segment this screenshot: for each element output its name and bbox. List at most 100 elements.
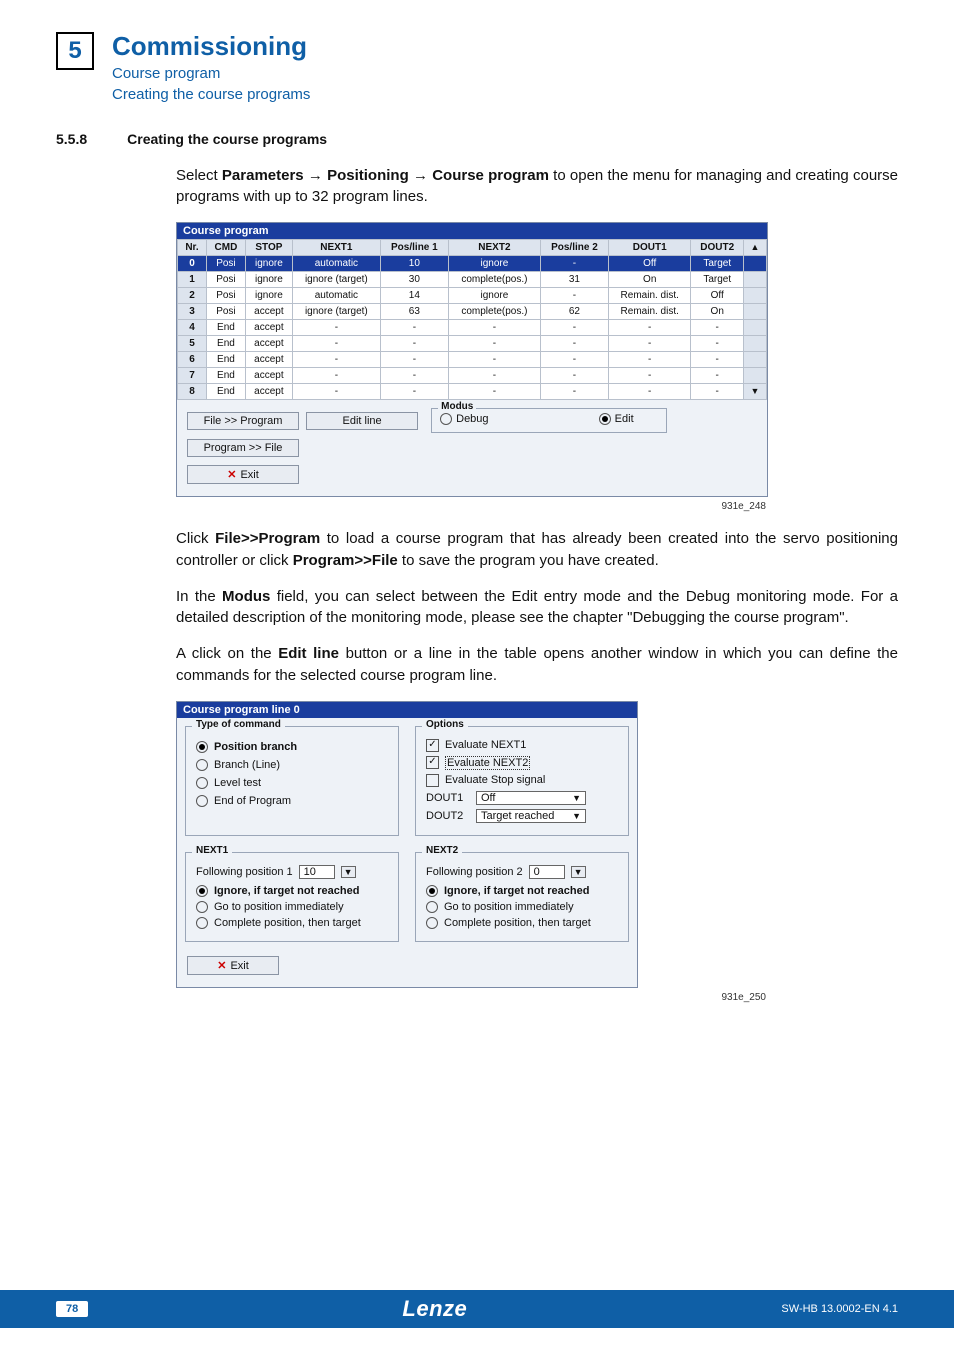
scrollbar-track[interactable]: [744, 352, 767, 368]
table-cell: ignore (target): [292, 304, 380, 320]
file-to-program-button[interactable]: File >> Program: [187, 412, 299, 430]
evaluate-next1-checkbox[interactable]: ✓ Evaluate NEXT1: [426, 739, 618, 752]
table-row[interactable]: 0Posiignoreautomatic10ignore-OffTarget: [178, 256, 767, 272]
table-cell: accept: [245, 320, 292, 336]
table-cell: -: [540, 368, 608, 384]
col-cmd: CMD: [207, 240, 246, 256]
scrollbar-track[interactable]: [744, 288, 767, 304]
table-row[interactable]: 6Endaccept------: [178, 352, 767, 368]
next2-radio[interactable]: Ignore, if target not reached: [426, 885, 618, 897]
table-cell: 6: [178, 352, 207, 368]
table-cell: -: [448, 320, 540, 336]
page-footer: 78 Lenze SW-HB 13.0002-EN 4.1: [0, 1290, 954, 1328]
figure-caption-1: 931e_248: [176, 501, 766, 512]
text: Click: [176, 530, 215, 547]
table-cell: ignore: [448, 288, 540, 304]
scrollbar-track[interactable]: [744, 256, 767, 272]
scrollbar-track[interactable]: [744, 368, 767, 384]
table-cell: accept: [245, 336, 292, 352]
paragraph-edit-line: A click on the Edit line button or a lin…: [176, 643, 898, 687]
table-row[interactable]: 3Posiacceptignore (target)63complete(pos…: [178, 304, 767, 320]
scrollbar-track[interactable]: [744, 272, 767, 288]
options-group: Options ✓ Evaluate NEXT1 ✓ Evaluate NEXT…: [415, 726, 629, 836]
scrollbar-track[interactable]: [744, 304, 767, 320]
dout1-select[interactable]: Off ▼: [476, 791, 586, 805]
radio-label: Branch (Line): [214, 759, 280, 771]
next1-radio[interactable]: Ignore, if target not reached: [196, 885, 388, 897]
paragraph-intro: Select Parameters → Positioning → Course…: [176, 165, 898, 209]
line-exit-label: Exit: [230, 960, 248, 972]
scroll-down-icon[interactable]: ▼: [744, 384, 767, 400]
options-legend: Options: [422, 719, 468, 730]
table-cell: -: [691, 368, 744, 384]
table-cell: accept: [245, 368, 292, 384]
table-row[interactable]: 2Posiignoreautomatic14ignore-Remain. dis…: [178, 288, 767, 304]
evaluate-next2-checkbox[interactable]: ✓ Evaluate NEXT2: [426, 756, 618, 770]
scroll-up-icon[interactable]: ▲: [744, 240, 767, 256]
radio-icon: [196, 795, 208, 807]
edit-line-button[interactable]: Edit line: [306, 412, 418, 430]
type-of-command-radio[interactable]: End of Program: [196, 795, 388, 807]
section-title: Creating the course programs: [127, 131, 327, 147]
dout2-select[interactable]: Target reached ▼: [476, 809, 586, 823]
following-position-2-input[interactable]: 0: [529, 865, 565, 879]
table-cell: -: [448, 336, 540, 352]
modus-debug-radio[interactable]: Debug: [440, 413, 488, 425]
radio-label: Go to position immediately: [214, 901, 344, 913]
table-cell: 4: [178, 320, 207, 336]
course-program-window: Course program Nr. CMD STOP NEXT1 Pos/li…: [176, 222, 768, 497]
following-position-1-input[interactable]: 10: [299, 865, 335, 879]
table-cell: -: [691, 384, 744, 400]
table-row[interactable]: 4Endaccept------: [178, 320, 767, 336]
table-cell: accept: [245, 352, 292, 368]
text-bold: Parameters → Positioning → Course progra…: [222, 167, 549, 184]
type-of-command-radio[interactable]: Branch (Line): [196, 759, 388, 771]
chevron-down-icon[interactable]: ▼: [571, 866, 586, 878]
table-row[interactable]: 1Posiignoreignore (target)30complete(pos…: [178, 272, 767, 288]
table-row[interactable]: 5Endaccept------: [178, 336, 767, 352]
table-cell: Off: [609, 256, 691, 272]
radio-icon: [426, 901, 438, 913]
next1-radio[interactable]: Go to position immediately: [196, 901, 388, 913]
table-cell: complete(pos.): [448, 272, 540, 288]
table-cell: Posi: [207, 288, 246, 304]
table-row[interactable]: 8Endaccept------▼: [178, 384, 767, 400]
text: In the: [176, 588, 222, 605]
radio-label: Position branch: [214, 741, 297, 753]
modus-legend: Modus: [438, 401, 476, 412]
dout1-value: Off: [481, 792, 495, 804]
page-title: Commissioning: [112, 32, 310, 61]
table-cell: -: [380, 368, 448, 384]
type-of-command-radio[interactable]: Position branch: [196, 741, 388, 753]
table-cell: End: [207, 384, 246, 400]
scrollbar-track[interactable]: [744, 320, 767, 336]
chevron-down-icon[interactable]: ▼: [341, 866, 356, 878]
program-to-file-button[interactable]: Program >> File: [187, 439, 299, 457]
line-exit-button[interactable]: ✕Exit: [187, 956, 279, 975]
modus-edit-radio[interactable]: Edit: [599, 413, 634, 425]
next2-group: NEXT2 Following position 2 0 ▼ Ignore, i…: [415, 852, 629, 942]
next1-radio[interactable]: Complete position, then target: [196, 917, 388, 929]
table-cell: Off: [691, 288, 744, 304]
table-cell: 3: [178, 304, 207, 320]
radio-icon: [196, 777, 208, 789]
radio-icon: [426, 885, 438, 897]
next2-radio[interactable]: Complete position, then target: [426, 917, 618, 929]
next2-radio[interactable]: Go to position immediately: [426, 901, 618, 913]
evaluate-next2-label: Evaluate NEXT2: [445, 756, 530, 770]
table-cell: -: [609, 320, 691, 336]
col-posline2: Pos/line 2: [540, 240, 608, 256]
scrollbar-track[interactable]: [744, 336, 767, 352]
table-cell: -: [380, 352, 448, 368]
exit-button[interactable]: ✕Exit: [187, 465, 299, 484]
course-program-line-window: Course program line 0 Type of command Po…: [176, 701, 638, 988]
table-cell: 2: [178, 288, 207, 304]
type-of-command-radio[interactable]: Level test: [196, 777, 388, 789]
table-cell: 63: [380, 304, 448, 320]
table-cell: 7: [178, 368, 207, 384]
table-row[interactable]: 7Endaccept------: [178, 368, 767, 384]
table-cell: On: [691, 304, 744, 320]
radio-label: Ignore, if target not reached: [444, 885, 589, 897]
evaluate-stop-checkbox[interactable]: Evaluate Stop signal: [426, 774, 618, 787]
table-cell: 14: [380, 288, 448, 304]
